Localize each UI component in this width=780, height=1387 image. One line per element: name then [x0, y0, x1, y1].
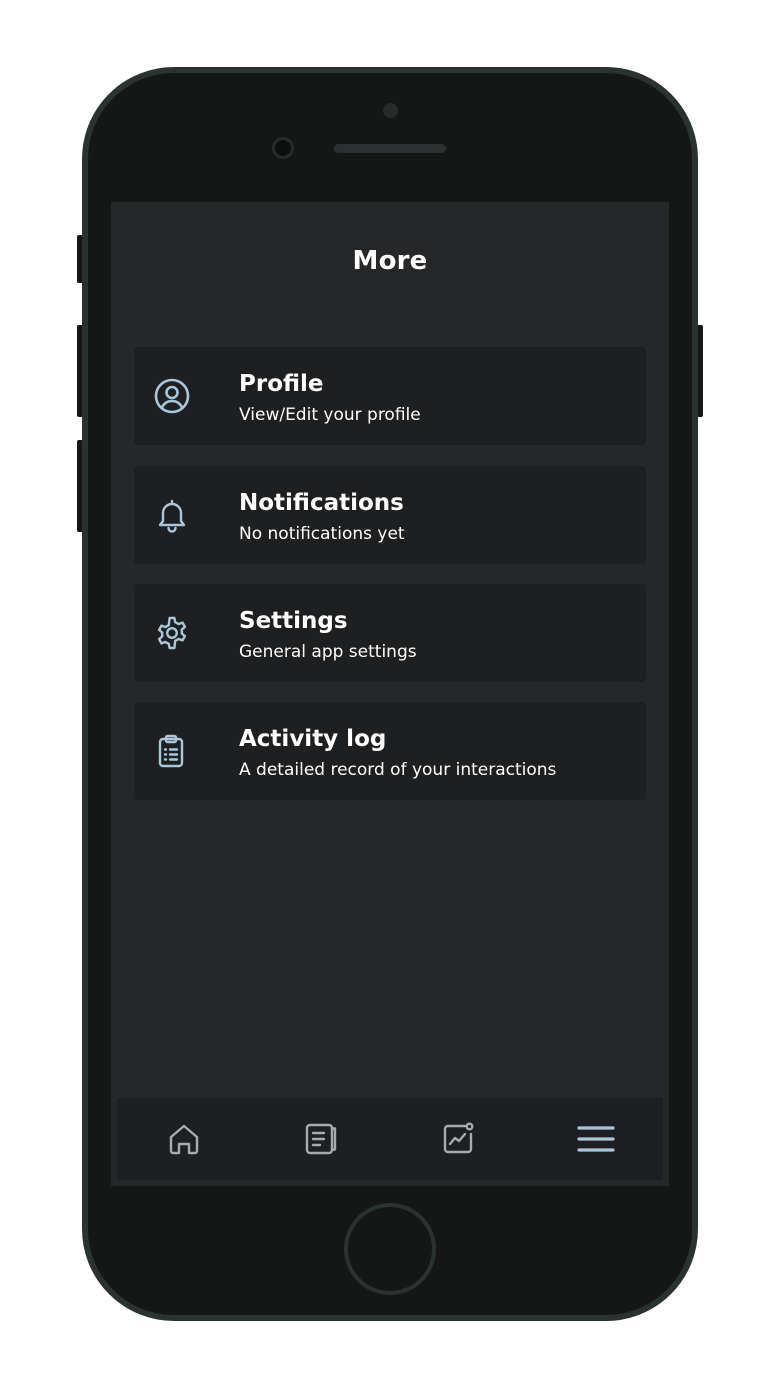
menu-item-label: Settings	[239, 608, 348, 634]
app-screen: More Profile View/Edit your profile Noti…	[111, 202, 669, 1186]
menu-item-label: Profile	[239, 371, 324, 397]
menu-item-description: General app settings	[239, 642, 417, 662]
gear-icon	[152, 613, 192, 653]
chart-badge-icon	[443, 1122, 474, 1154]
home-icon	[169, 1124, 199, 1155]
menu-icon	[577, 1126, 615, 1152]
tab-more[interactable]	[576, 1119, 616, 1159]
earpiece-speaker	[334, 144, 446, 153]
tab-progress[interactable]	[438, 1119, 478, 1159]
bell-icon	[152, 495, 192, 535]
tab-home[interactable]	[164, 1119, 204, 1159]
menu-item-label: Activity log	[239, 726, 387, 752]
user-circle-icon	[152, 376, 192, 416]
home-hardware-button[interactable]	[344, 1203, 436, 1295]
tab-notebook[interactable]	[301, 1119, 341, 1159]
proximity-sensor	[383, 103, 398, 118]
notebook-icon	[305, 1123, 337, 1155]
menu-item-profile[interactable]: Profile View/Edit your profile	[134, 347, 646, 445]
clipboard-list-icon	[152, 731, 192, 771]
menu-item-notifications[interactable]: Notifications No notifications yet	[134, 466, 646, 564]
menu-item-settings[interactable]: Settings General app settings	[134, 584, 646, 682]
bottom-tab-bar	[117, 1098, 663, 1180]
front-camera	[272, 137, 294, 159]
menu-item-description: A detailed record of your interactions	[239, 760, 557, 780]
menu-item-label: Notifications	[239, 490, 404, 516]
page-title: More	[352, 246, 428, 276]
menu-item-description: No notifications yet	[239, 524, 405, 544]
menu-item-activity-log[interactable]: Activity log A detailed record of your i…	[134, 702, 646, 800]
menu-item-description: View/Edit your profile	[239, 405, 421, 425]
